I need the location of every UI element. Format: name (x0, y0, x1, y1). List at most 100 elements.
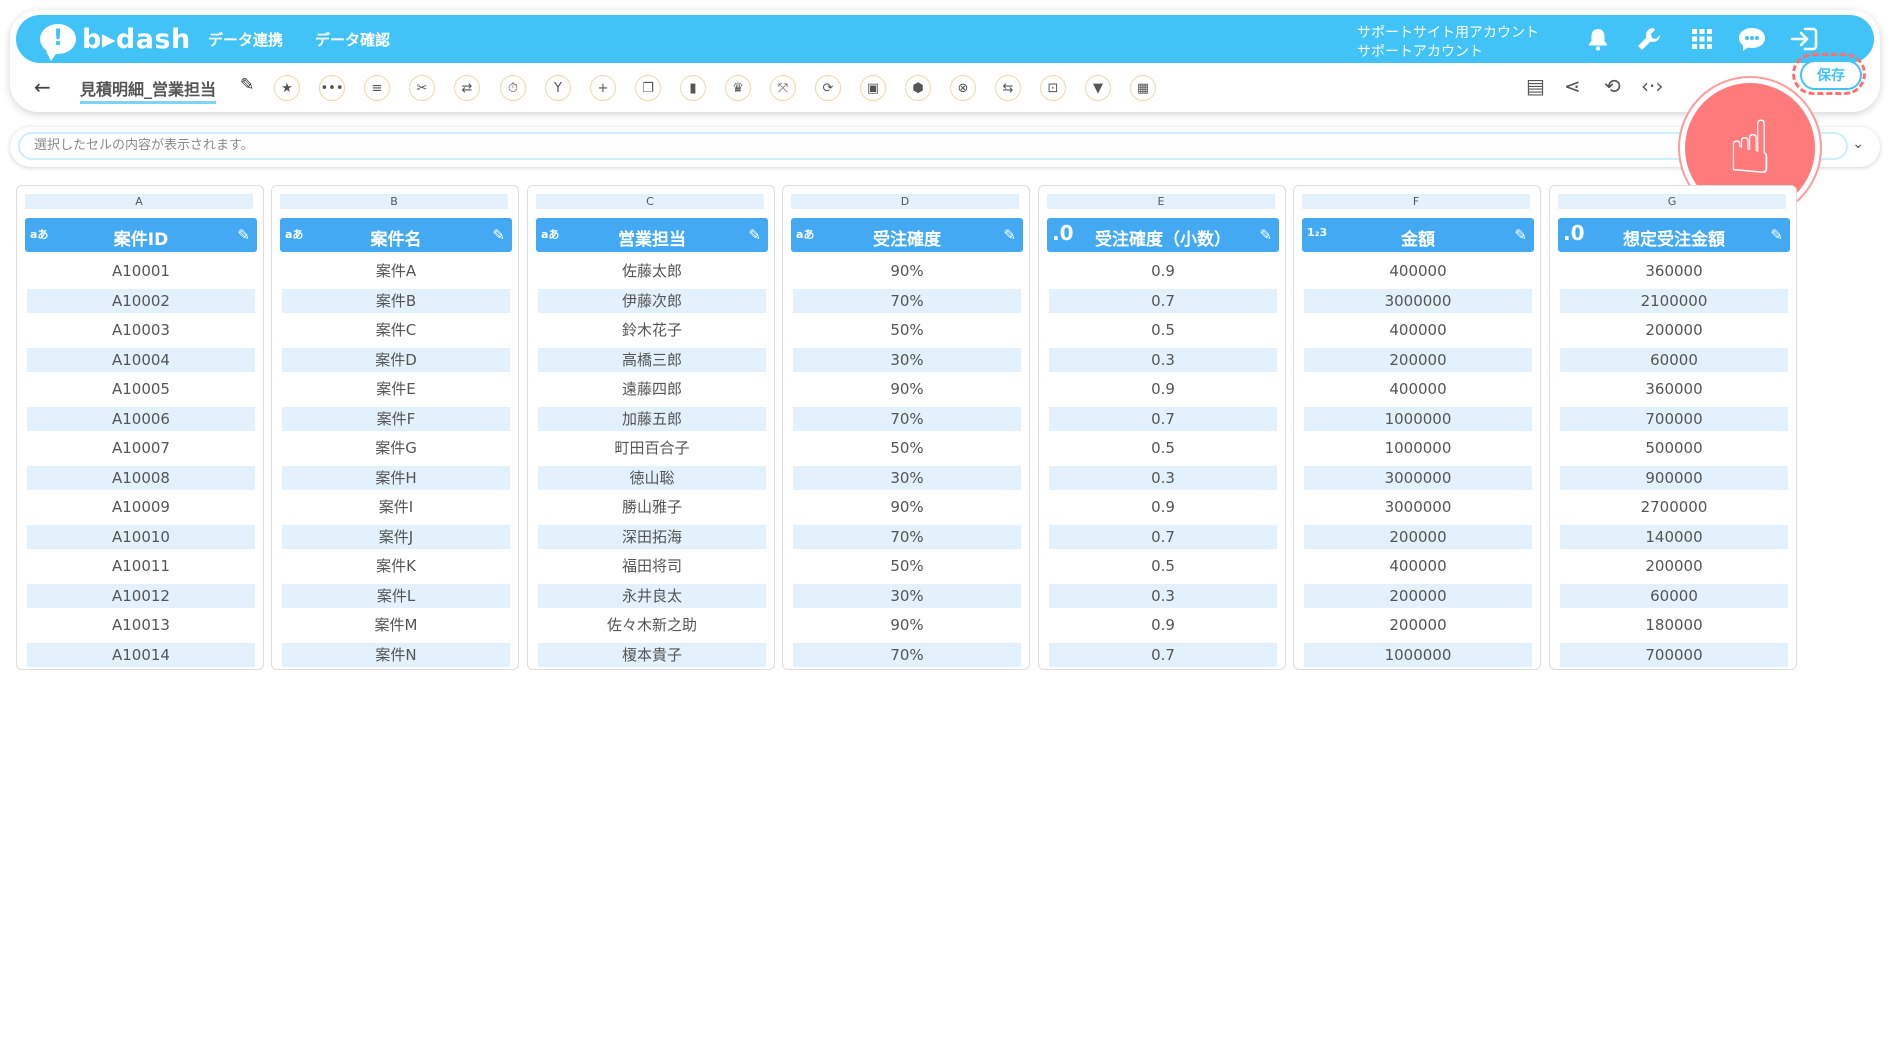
table-cell[interactable]: 0.7 (1049, 642, 1277, 667)
data-type-icon[interactable]: aあ (796, 226, 814, 242)
data-type-icon[interactable]: aあ (285, 226, 303, 242)
table-cell[interactable]: 90% (793, 259, 1021, 283)
table-cell[interactable]: 佐々木新之助 (538, 613, 766, 637)
table-cell[interactable]: 案件E (282, 377, 510, 401)
table-cell[interactable]: 0.9 (1049, 613, 1277, 637)
split-icon[interactable]: ⇄ (454, 75, 480, 101)
data-type-icon[interactable]: 1₂3 (1307, 226, 1327, 239)
table-cell[interactable]: 0.3 (1049, 465, 1277, 490)
table-cell[interactable]: 700000 (1560, 642, 1788, 667)
cell-content-field[interactable]: 選択したセルの内容が表示されます。 (18, 132, 1848, 160)
table-icon[interactable]: ▦ (1130, 75, 1156, 101)
table-cell[interactable]: 1000000 (1304, 436, 1532, 460)
column-letter[interactable]: G (1558, 194, 1786, 209)
table-cell[interactable]: 0.7 (1049, 288, 1277, 313)
list-icon[interactable]: ≡ (364, 75, 390, 101)
table-cell[interactable]: 50% (793, 436, 1021, 460)
table-cell[interactable]: 0.7 (1049, 406, 1277, 431)
account-info[interactable]: サポートサイト用アカウント サポートアカウント (1357, 24, 1539, 62)
table-cell[interactable]: 1000000 (1304, 642, 1532, 667)
table-cell[interactable]: 3000000 (1304, 465, 1532, 490)
table-cell[interactable]: A10007 (27, 436, 255, 460)
table-cell[interactable]: 鈴木花子 (538, 318, 766, 342)
trash-icon[interactable]: ▮ (680, 75, 706, 101)
table-cell[interactable]: 50% (793, 318, 1021, 342)
column-letter[interactable]: E (1047, 194, 1275, 209)
table-cell[interactable]: 400000 (1304, 259, 1532, 283)
nav-data-check[interactable]: データ確認 (315, 29, 390, 50)
column-header[interactable]: aあ 案件ID ✎ (25, 218, 257, 252)
edit-pencil-icon[interactable]: ✎ (1770, 226, 1783, 244)
table-cell[interactable]: 0.7 (1049, 524, 1277, 549)
table-cell[interactable]: 0.9 (1049, 259, 1277, 283)
column-header[interactable]: aあ 営業担当 ✎ (536, 218, 768, 252)
data-type-icon[interactable]: aあ (30, 226, 48, 242)
table-cell[interactable]: 200000 (1304, 524, 1532, 549)
table-cell[interactable]: A10006 (27, 406, 255, 431)
table-cell[interactable]: 70% (793, 288, 1021, 313)
grid-icon[interactable] (1687, 24, 1717, 54)
crown-icon[interactable]: ♛ (725, 75, 751, 101)
table-cell[interactable]: 案件J (282, 524, 510, 549)
rename-pencil-icon[interactable]: ✎ (240, 75, 254, 95)
table-cell[interactable]: 500000 (1560, 436, 1788, 460)
box-icon[interactable]: ⬢ (905, 75, 931, 101)
table-cell[interactable]: A10002 (27, 288, 255, 313)
share-icon[interactable]: ⋖ (1564, 74, 1581, 98)
table-cell[interactable]: 案件H (282, 465, 510, 490)
table-cell[interactable]: 福田将司 (538, 554, 766, 578)
table-cell[interactable]: 140000 (1560, 524, 1788, 549)
table-cell[interactable]: 案件L (282, 583, 510, 608)
table-cell[interactable]: A10001 (27, 259, 255, 283)
column-header[interactable]: .0 受注確度（小数） ✎ (1047, 218, 1279, 252)
table-cell[interactable]: A10010 (27, 524, 255, 549)
table-cell[interactable]: 400000 (1304, 318, 1532, 342)
edit-pencil-icon[interactable]: ✎ (1003, 226, 1016, 244)
frame-icon[interactable]: ⊡ (1040, 75, 1066, 101)
sheet-title[interactable]: 見積明細_営業担当 (80, 76, 217, 104)
table-cell[interactable]: 0.5 (1049, 436, 1277, 460)
table-cell[interactable]: 0.3 (1049, 583, 1277, 608)
column-letter[interactable]: D (791, 194, 1019, 209)
data-type-icon[interactable]: .0 (1563, 221, 1585, 245)
table-cell[interactable]: 案件A (282, 259, 510, 283)
back-arrow-icon[interactable]: ← (34, 75, 51, 99)
table-cell[interactable]: 2700000 (1560, 495, 1788, 519)
save-button[interactable]: 保存 (1800, 60, 1862, 90)
table-cell[interactable]: 伊藤次郎 (538, 288, 766, 313)
edit-pencil-icon[interactable]: ✎ (1514, 226, 1527, 244)
table-cell[interactable]: 0.5 (1049, 318, 1277, 342)
table-cell[interactable]: A10013 (27, 613, 255, 637)
table-cell[interactable]: 180000 (1560, 613, 1788, 637)
branch-icon[interactable]: Y (545, 75, 571, 101)
table-cell[interactable]: 案件I (282, 495, 510, 519)
table-cell[interactable]: 0.9 (1049, 495, 1277, 519)
column-letter[interactable]: F (1302, 194, 1530, 209)
table-cell[interactable]: 200000 (1304, 347, 1532, 372)
filter-icon[interactable]: ▼ (1085, 75, 1111, 101)
table-cell[interactable]: 遠藤四郎 (538, 377, 766, 401)
table-cell[interactable]: 200000 (1560, 554, 1788, 578)
table-cell[interactable]: 町田百合子 (538, 436, 766, 460)
table-cell[interactable]: 高橋三郎 (538, 347, 766, 372)
replace-icon[interactable]: ⇆ (995, 75, 1021, 101)
table-cell[interactable]: A10003 (27, 318, 255, 342)
table-cell[interactable]: 2100000 (1560, 288, 1788, 313)
refresh-doc-icon[interactable]: ⟲ (1604, 74, 1621, 98)
table-cell[interactable]: 案件M (282, 613, 510, 637)
table-cell[interactable]: 200000 (1304, 613, 1532, 637)
table-cell[interactable]: 30% (793, 583, 1021, 608)
table-cell[interactable]: 佐藤太郎 (538, 259, 766, 283)
table-cell[interactable]: 徳山聡 (538, 465, 766, 490)
edit-pencil-icon[interactable]: ✎ (1259, 226, 1272, 244)
logo[interactable]: ! b▸dash (40, 21, 191, 61)
table-cell[interactable]: 0.3 (1049, 347, 1277, 372)
table-cell[interactable]: 70% (793, 524, 1021, 549)
edit-pencil-icon[interactable]: ✎ (748, 226, 761, 244)
table-cell[interactable]: 50% (793, 554, 1021, 578)
edit-pencil-icon[interactable]: ✎ (237, 226, 250, 244)
table-cell[interactable]: 案件D (282, 347, 510, 372)
table-cell[interactable]: A10014 (27, 642, 255, 667)
table-cell[interactable]: A10012 (27, 583, 255, 608)
table-cell[interactable]: 勝山雅子 (538, 495, 766, 519)
